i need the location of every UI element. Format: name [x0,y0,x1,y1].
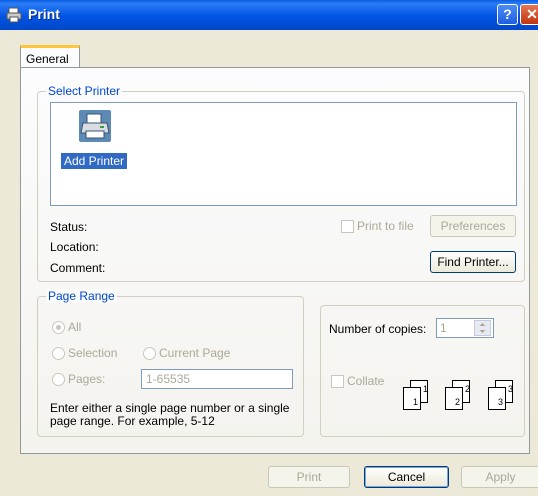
printer-icon [6,7,22,23]
svg-text:2: 2 [465,384,470,394]
tab-general[interactable]: General [20,45,80,68]
pages-radio-label: Pages: [68,372,106,386]
spinner-icon [479,323,486,333]
page-range-help-line2: page range. For example, 5-12 [50,414,215,428]
help-icon: ? [503,6,512,22]
printer-icon[interactable] [78,109,112,143]
printer-list[interactable]: Add Printer [50,102,517,206]
print-button[interactable]: Print [268,466,350,488]
print-dialog: Print ? ✕ General Select Printer Add Pri… [0,0,538,496]
help-button[interactable]: ? [497,4,518,25]
tab-general-label: General [26,52,69,66]
collate-label: Collate [347,374,385,388]
title-bar[interactable]: Print ? ✕ [0,0,538,30]
collate-icon: 1 1 2 2 3 3 [403,380,513,410]
selection-radio-label: Selection [68,346,118,360]
pages-input[interactable]: 1-65535 [141,369,293,389]
preferences-button[interactable]: Preferences [430,215,516,237]
number-of-copies-label: Number of copies: [329,322,427,336]
page-range-group-label: Page Range [46,289,117,303]
window-title: Print [28,6,60,22]
print-to-file-checkbox[interactable] [341,220,354,233]
status-label: Status: [50,220,88,234]
svg-text:1: 1 [423,384,428,394]
all-radio-label: All [68,320,82,334]
close-button[interactable]: ✕ [520,4,538,25]
all-radio[interactable] [52,321,65,334]
pages-radio[interactable] [52,373,65,386]
svg-text:3: 3 [498,397,503,407]
current-page-radio-label: Current Page [159,346,231,360]
current-page-radio[interactable] [143,347,156,360]
find-printer-button[interactable]: Find Printer... [430,251,516,273]
collate-checkbox[interactable] [331,375,344,388]
select-printer-group-label: Select Printer [46,84,123,98]
copies-value: 1 [440,321,447,335]
cancel-button[interactable]: Cancel [364,466,449,488]
print-to-file-label: Print to file [357,219,414,233]
svg-text:1: 1 [413,397,418,407]
svg-text:2: 2 [455,397,460,407]
comment-label: Comment: [50,261,106,275]
add-printer-item[interactable]: Add Printer [61,153,128,169]
apply-button[interactable]: Apply [461,466,538,488]
location-label: Location: [50,240,99,254]
svg-text:3: 3 [508,384,513,394]
close-icon: ✕ [526,6,538,22]
page-range-help-line1: Enter either a single page number or a s… [50,401,290,415]
selection-radio[interactable] [52,347,65,360]
copies-spinner[interactable] [474,320,491,336]
